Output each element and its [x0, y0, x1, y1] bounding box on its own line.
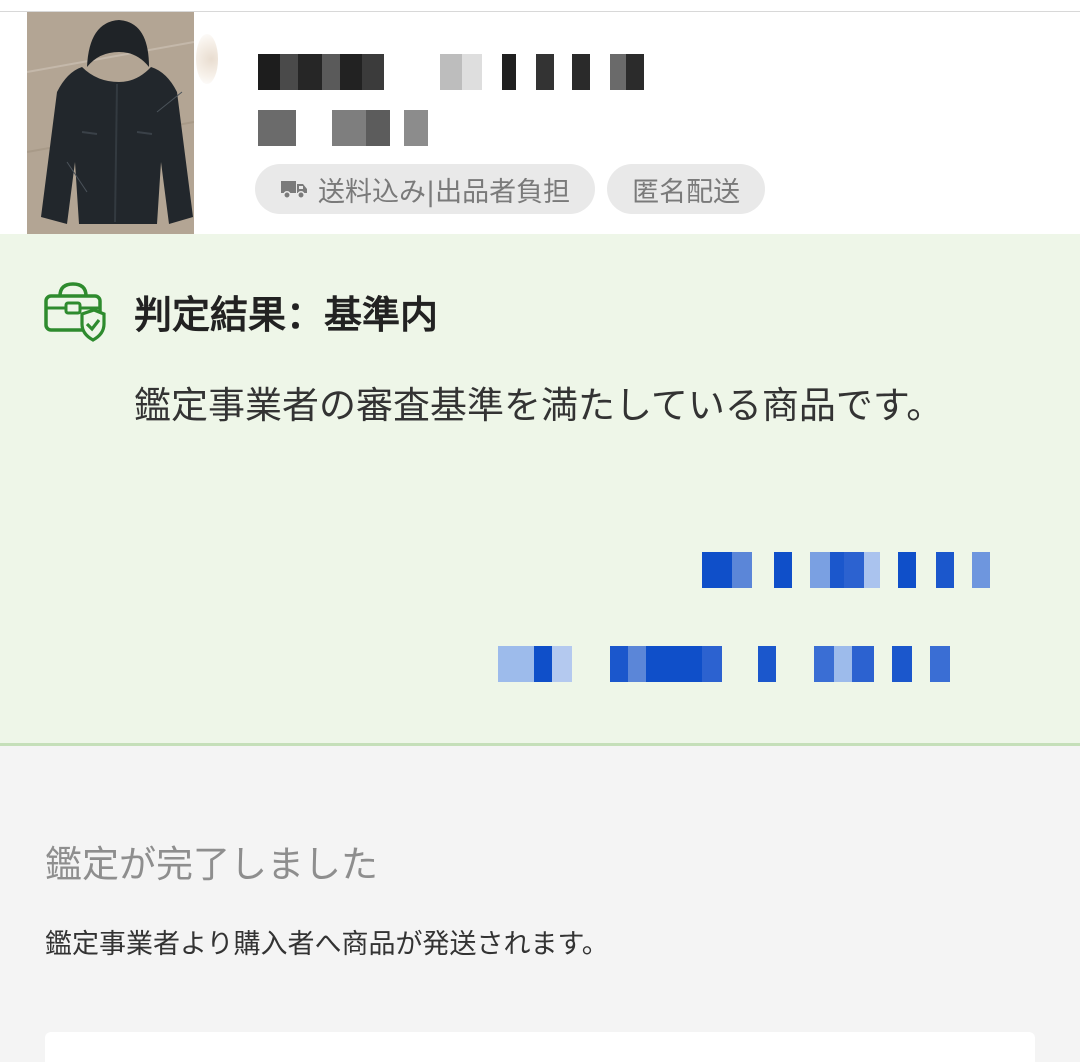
redacted-link-1[interactable] — [702, 552, 990, 588]
shipping-fee-label: 送料込み|出品者負担 — [318, 176, 571, 208]
anonymous-shipping-label: 匿名配送 — [632, 176, 741, 208]
thumbnail-shadow — [196, 34, 218, 84]
product-summary[interactable]: 送料込み|出品者負担 匿名配送 — [0, 12, 1080, 234]
shipping-tags: 送料込み|出品者負担 匿名配送 — [255, 164, 766, 214]
shipping-fee-tag: 送料込み|出品者負担 — [255, 164, 596, 214]
bag-shield-icon — [40, 278, 106, 344]
judgement-result-panel: 判定結果：基準内 鑑定事業者の審査基準を満たしている商品です。 — [0, 234, 1080, 746]
appraisal-complete-section: 鑑定が完了しました 鑑定事業者より購入者へ商品が発送されます。 — [0, 746, 1080, 1062]
appraisal-complete-description: 鑑定事業者より購入者へ商品が発送されます。 — [45, 929, 609, 960]
anonymous-shipping-tag: 匿名配送 — [607, 164, 766, 214]
next-card — [45, 1032, 1035, 1062]
coat-image — [27, 12, 194, 234]
product-price-redacted — [258, 110, 428, 146]
truck-icon — [280, 178, 308, 200]
judgement-description: 鑑定事業者の審査基準を満たしている商品です。 — [134, 384, 944, 427]
judgement-title: 判定結果：基準内 — [134, 293, 439, 337]
redacted-link-2[interactable] — [498, 646, 950, 682]
product-thumbnail[interactable] — [27, 12, 194, 234]
appraisal-complete-title: 鑑定が完了しました — [45, 843, 378, 886]
product-title-redacted — [258, 54, 644, 90]
